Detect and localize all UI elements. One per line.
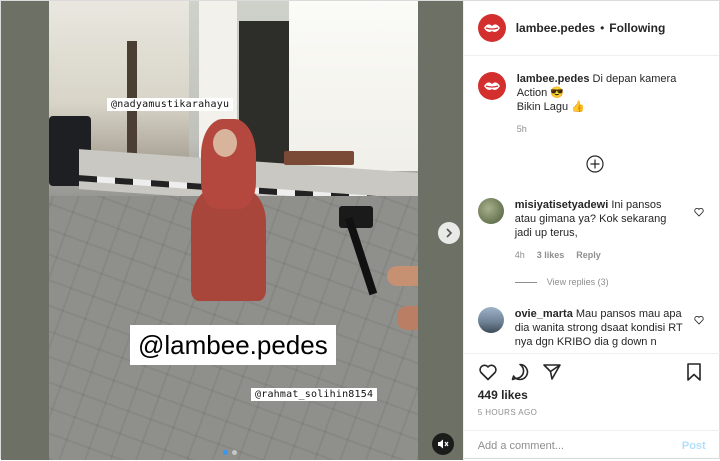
lips-logo-icon: [483, 82, 500, 90]
post-header: lambee.pedes • Following: [463, 1, 719, 56]
gimbal-camera: [339, 206, 373, 228]
add-circle-icon[interactable]: [586, 155, 604, 173]
reply-button[interactable]: Reply: [576, 248, 601, 262]
replies-line: [514, 281, 537, 283]
watermark-text: @lambee.pedes: [130, 325, 336, 365]
next-slide-button[interactable]: [438, 222, 460, 244]
comment-body: ovie_marta Mau pansos mau apa dia wanita…: [515, 307, 685, 349]
heart-icon[interactable]: [694, 315, 704, 325]
comment-input[interactable]: Add a comment...: [478, 440, 682, 452]
building-right: [289, 1, 418, 171]
caption-time[interactable]: 5h: [517, 122, 527, 136]
post-side-panel: lambee.pedes • Following lambee.pedes Di…: [462, 1, 720, 461]
action-icons: [478, 362, 562, 382]
comments-section[interactable]: lambee.pedes Di depan kamera Action 😎 Bi…: [464, 57, 720, 351]
heart-icon[interactable]: [694, 207, 704, 217]
caption-meta: 5h: [517, 122, 687, 136]
caption-text-line2: Bikin Lagu 👍: [516, 101, 585, 113]
carousel-dot: [232, 450, 237, 455]
avatar[interactable]: [477, 307, 504, 333]
comment-time[interactable]: 4h: [515, 248, 525, 262]
comment-meta: 4h 3 likes Reply: [515, 248, 685, 262]
comment-likes[interactable]: 3 likes: [537, 248, 565, 262]
mute-button[interactable]: [432, 433, 454, 455]
share-icon[interactable]: [542, 362, 562, 382]
user-tag-bottom: @rahmat_solihin8154: [251, 388, 378, 401]
add-comment-bar: Add a comment... Post: [463, 430, 720, 461]
comment-username[interactable]: misiyatisetyadewi: [515, 199, 609, 211]
caption-body: lambee.pedes Di depan kamera Action 😎 Bi…: [517, 72, 687, 136]
hand: [397, 306, 418, 330]
following-button[interactable]: Following: [609, 21, 665, 35]
face: [213, 129, 237, 157]
lips-logo-icon: [483, 24, 500, 32]
avatar[interactable]: [477, 14, 506, 42]
avatar[interactable]: [477, 72, 506, 100]
comment-body: misiyatisetyadewi Ini pansos atau gimana…: [515, 198, 685, 262]
carousel-dots: [223, 450, 237, 455]
media-letterbox-left: [1, 1, 49, 460]
comment-username[interactable]: ovie_marta: [515, 308, 573, 320]
carousel-dot: [223, 450, 228, 455]
bench: [284, 151, 354, 165]
hand: [387, 266, 418, 286]
chevron-right-icon: [446, 228, 453, 238]
bookmark-icon[interactable]: [684, 362, 704, 382]
camera-gimbal: [317, 206, 418, 330]
heart-icon[interactable]: [478, 362, 498, 382]
view-replies-label: View replies (3): [546, 277, 609, 287]
instagram-post: @nadyamustikarahayu @rahmat_solihin8154 …: [0, 0, 720, 461]
caption-username[interactable]: lambee.pedes: [517, 73, 590, 85]
post-button[interactable]: Post: [682, 440, 706, 452]
comment-icon[interactable]: [510, 362, 530, 382]
user-tag-top: @nadyamustikarahayu: [107, 98, 234, 111]
woman-in-hijab: [191, 119, 271, 304]
caption-row: lambee.pedes Di depan kamera Action 😎 Bi…: [477, 72, 687, 136]
separator-dot: •: [600, 21, 605, 35]
action-bar: 449 likes 5 HOURS AGO Add a comment... P…: [463, 353, 720, 461]
gimbal-arm: [344, 216, 378, 296]
comment-row: ovie_marta Mau pansos mau apa dia wanita…: [477, 307, 685, 349]
mute-icon: [438, 439, 449, 449]
comment-row: misiyatisetyadewi Ini pansos atau gimana…: [477, 198, 685, 262]
post-timestamp[interactable]: 5 HOURS AGO: [478, 408, 538, 417]
header-username[interactable]: lambee.pedes: [516, 21, 595, 35]
avatar[interactable]: [477, 198, 504, 224]
view-replies-button[interactable]: View replies (3): [514, 277, 609, 287]
post-media[interactable]: @nadyamustikarahayu @rahmat_solihin8154 …: [1, 1, 463, 460]
likes-count[interactable]: 449 likes: [478, 388, 528, 402]
